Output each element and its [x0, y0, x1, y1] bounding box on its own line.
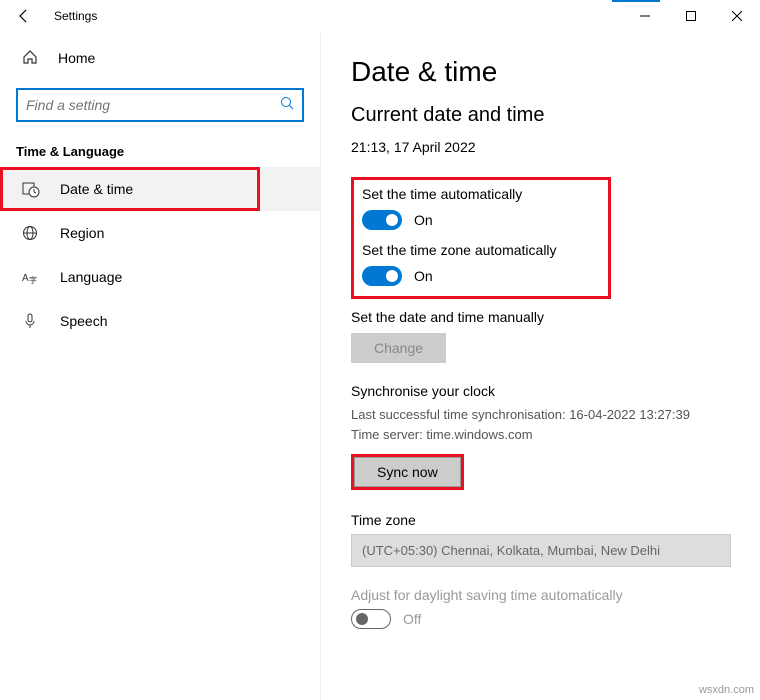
timezone-select[interactable]: (UTC+05:30) Chennai, Kolkata, Mumbai, Ne… [351, 534, 731, 567]
auto-tz-label: Set the time zone automatically [362, 242, 598, 258]
sync-server: Time server: time.windows.com [351, 425, 732, 445]
dst-label: Adjust for daylight saving time automati… [351, 587, 732, 603]
maximize-button[interactable] [668, 0, 714, 32]
manual-label: Set the date and time manually [351, 309, 732, 325]
globe-icon [22, 225, 42, 241]
svg-text:字: 字 [29, 275, 37, 285]
current-datetime: 21:13, 17 April 2022 [351, 139, 732, 155]
clock-calendar-icon [22, 180, 42, 198]
sidebar-item-speech[interactable]: Speech [0, 299, 320, 343]
window-controls [622, 0, 760, 32]
search-input-wrapper[interactable] [16, 88, 304, 122]
microphone-icon [22, 313, 42, 329]
nav-label: Region [60, 225, 104, 241]
sync-heading: Synchronise your clock [351, 383, 732, 399]
content-pane: Date & time Current date and time 21:13,… [320, 32, 760, 700]
sidebar: Home Time & Language Date & time Region … [0, 32, 320, 700]
auto-time-toggle[interactable] [362, 210, 402, 230]
home-nav[interactable]: Home [0, 38, 320, 78]
dst-state: Off [403, 611, 421, 627]
sidebar-item-region[interactable]: Region [0, 211, 320, 255]
sync-now-button[interactable]: Sync now [354, 457, 461, 487]
sync-last: Last successful time synchronisation: 16… [351, 405, 732, 425]
home-icon [22, 49, 40, 68]
dst-toggle [351, 609, 391, 629]
section-current-heading: Current date and time [351, 104, 732, 127]
svg-text:A: A [22, 273, 29, 284]
section-title: Time & Language [0, 122, 320, 167]
back-button[interactable] [12, 8, 36, 24]
watermark: wsxdn.com [699, 684, 754, 696]
home-label: Home [58, 50, 95, 66]
page-title: Date & time [351, 56, 732, 88]
auto-tz-state: On [414, 268, 433, 284]
sidebar-item-language[interactable]: A字 Language [0, 255, 320, 299]
search-icon [280, 96, 294, 115]
nav-label: Date & time [60, 181, 133, 197]
auto-time-label: Set the time automatically [362, 186, 598, 202]
auto-tz-toggle[interactable] [362, 266, 402, 286]
window-title: Settings [54, 9, 97, 23]
auto-time-state: On [414, 212, 433, 228]
nav-label: Speech [60, 313, 107, 329]
search-input[interactable] [26, 97, 280, 113]
timezone-heading: Time zone [351, 512, 732, 528]
close-button[interactable] [714, 0, 760, 32]
auto-settings-group: Set the time automatically On Set the ti… [351, 177, 611, 299]
nav-label: Language [60, 269, 122, 285]
language-icon: A字 [22, 269, 42, 285]
change-button: Change [351, 333, 446, 363]
sidebar-item-date-time[interactable]: Date & time [0, 167, 320, 211]
minimize-button[interactable] [622, 0, 668, 32]
